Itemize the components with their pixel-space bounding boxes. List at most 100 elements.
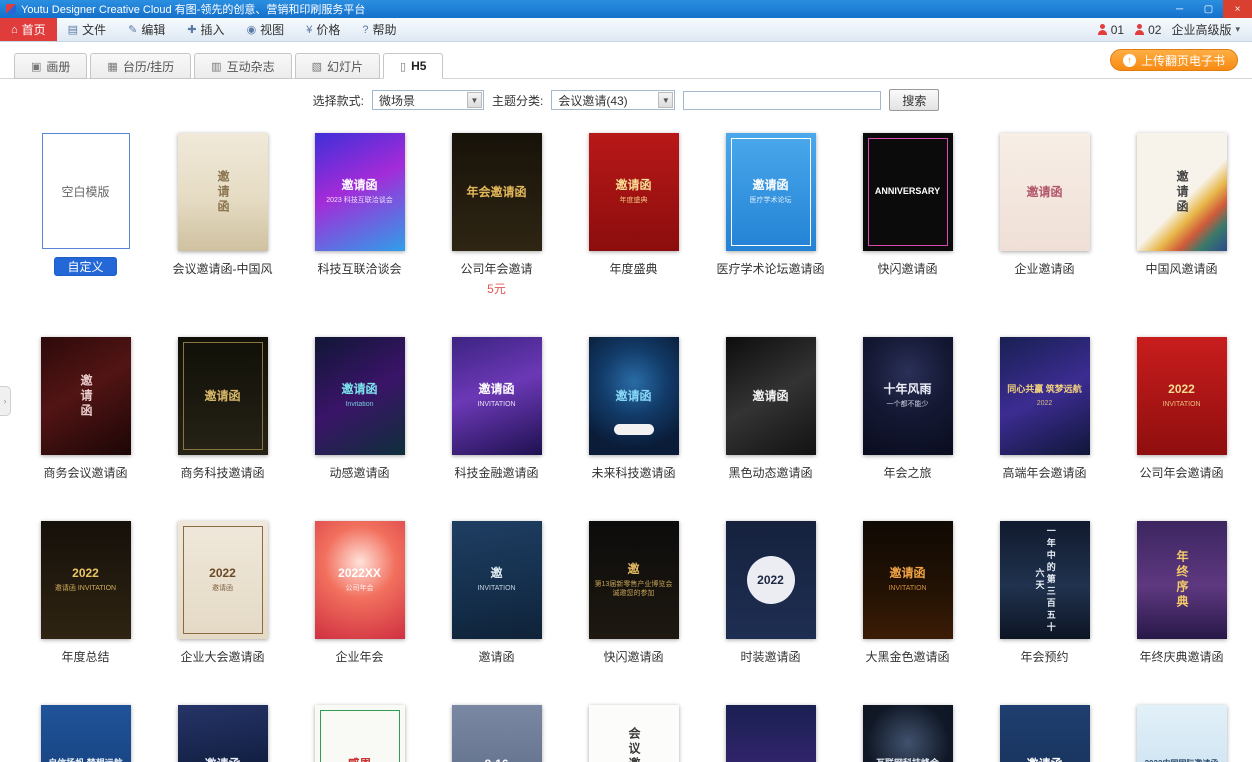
template-thumbnail[interactable]: 邀请函 <box>726 337 816 455</box>
template-thumbnail[interactable]: 邀请函 <box>1000 133 1090 251</box>
home-icon: ⌂ <box>11 24 18 36</box>
menu-item-插入[interactable]: ✚ 插入 <box>176 18 235 41</box>
template-card[interactable]: 邀请函 INVITATION 大黑金色邀请函 <box>839 521 976 665</box>
maximize-button[interactable]: ▢ <box>1194 0 1223 18</box>
template-thumbnail[interactable]: 会议邀请函 <box>589 705 679 762</box>
minimize-button[interactable]: ─ <box>1165 0 1194 18</box>
template-card[interactable]: 邀请函 会议邀请函-中国风 <box>154 133 291 297</box>
template-thumbnail[interactable]: 邀请函 INVITATION <box>863 521 953 639</box>
template-thumbnail[interactable]: 一年中的第三百五十六天 <box>1000 521 1090 639</box>
tab-画册[interactable]: ▣ 画册 <box>14 53 87 79</box>
template-thumbnail[interactable]: 2022 INVITATION <box>1137 337 1227 455</box>
template-thumbnail[interactable]: 邀请函 <box>178 705 268 762</box>
tab-幻灯片[interactable]: ▧ 幻灯片 <box>295 53 380 79</box>
template-card[interactable]: 邀 第13届新零售产业博览会 诚邀您的参加 快闪邀请函 <box>565 521 702 665</box>
style-select[interactable]: 微场景 ▼ <box>372 90 484 110</box>
customize-button[interactable]: 自定义 <box>54 257 116 276</box>
calendar-icon: ▦ <box>107 60 117 73</box>
menu-item-首页[interactable]: ⌂ 首页 <box>0 18 57 41</box>
menu-item-价格[interactable]: ¥ 价格 <box>295 18 351 41</box>
template-card[interactable]: 邀请函 <box>154 705 291 762</box>
template-card[interactable]: 同心共赢 筑梦远航 2022 高端年会邀请函 <box>976 337 1113 481</box>
template-thumbnail[interactable]: 邀请函 医疗学术论坛 <box>726 133 816 251</box>
template-thumbnail[interactable]: 邀请函 <box>178 337 268 455</box>
template-card[interactable]: 自信扬帆 梦想远航 <box>17 705 154 762</box>
menu-item-帮助[interactable]: ? 帮助 <box>351 18 407 41</box>
template-thumbnail[interactable]: 邀 INVITATION <box>452 521 542 639</box>
template-card[interactable]: 十年风雨 一个都不能少 年会之旅 <box>839 337 976 481</box>
template-thumbnail[interactable]: 自信扬帆 梦想远航 <box>41 705 131 762</box>
template-card[interactable]: 邀 INVITATION 邀请函 <box>428 521 565 665</box>
template-card[interactable]: 互联网科技峰会 <box>839 705 976 762</box>
template-card[interactable]: 邀请函 INVITATION 科技金融邀请函 <box>428 337 565 481</box>
template-thumbnail[interactable]: 2022 <box>726 521 816 639</box>
menu-item-文件[interactable]: ▤ 文件 <box>57 18 117 41</box>
template-thumbnail[interactable]: 十年风雨 一个都不能少 <box>863 337 953 455</box>
template-card[interactable]: 邀请函 2023 科技互联洽谈会 科技互联洽谈会 <box>291 133 428 297</box>
template-thumbnail[interactable]: 年会邀请函 <box>452 133 542 251</box>
close-button[interactable]: × <box>1223 0 1252 18</box>
template-card[interactable]: 2022 邀请函 企业大会邀请函 <box>154 521 291 665</box>
template-name: 年度总结 <box>61 648 109 665</box>
template-card[interactable]: 邀请函 Invitation 动感邀请函 <box>291 337 428 481</box>
blank-template-thumbnail[interactable]: 空白模版 <box>42 133 130 249</box>
template-thumbnail[interactable]: 互联网科技峰会 <box>863 705 953 762</box>
template-card[interactable]: 年会邀请函 公司年会邀请 5元 <box>428 133 565 297</box>
search-input[interactable] <box>683 91 881 110</box>
template-card[interactable]: 2022 时装邀请函 <box>702 521 839 665</box>
template-thumbnail[interactable]: 邀请函 <box>1000 705 1090 762</box>
tab-H5[interactable]: ▯ H5 <box>383 53 443 79</box>
tab-台历/挂历[interactable]: ▦ 台历/挂历 <box>90 53 191 79</box>
user-badge-2[interactable]: 02 <box>1134 23 1161 37</box>
template-thumbnail[interactable]: 邀请函 2023 科技互联洽谈会 <box>315 133 405 251</box>
template-card[interactable]: ANNIVERSARY 快闪邀请函 <box>839 133 976 297</box>
template-thumbnail[interactable]: 邀请函 <box>589 337 679 455</box>
template-card[interactable]: 会议邀请函 <box>565 705 702 762</box>
template-thumbnail[interactable]: 2022 邀请函 <box>178 521 268 639</box>
template-thumbnail[interactable]: 邀请函 INVITATION <box>452 337 542 455</box>
template-card[interactable]: 2022中国国际邀请函 <box>1113 705 1250 762</box>
template-thumbnail[interactable]: 邀请函 <box>41 337 131 455</box>
template-thumbnail[interactable]: 2022中国国际邀请函 <box>1137 705 1227 762</box>
template-card[interactable]: 8:16 <box>428 705 565 762</box>
template-card[interactable]: 一年中的第三百五十六天 年会预约 <box>976 521 1113 665</box>
template-thumbnail[interactable]: 8:16 <box>452 705 542 762</box>
search-button[interactable]: 搜索 <box>889 89 939 111</box>
category-select[interactable]: 会议邀请(43) ▼ <box>551 90 675 110</box>
template-thumbnail[interactable]: 2022XX 公司年会 <box>315 521 405 639</box>
template-thumbnail[interactable] <box>726 705 816 762</box>
panel-collapse-toggle[interactable]: › <box>0 386 11 416</box>
template-card[interactable]: 邀请函 黑色动态邀请函 <box>702 337 839 481</box>
template-thumbnail[interactable]: 邀请函 Invitation <box>315 337 405 455</box>
blank-template-card[interactable]: 空白模版 自定义 <box>17 133 154 297</box>
user-badge-1[interactable]: 01 <box>1097 23 1124 37</box>
template-card[interactable]: 邀请函 年度盛典 年度盛典 <box>565 133 702 297</box>
plan-selector[interactable]: 企业高级版 ▾ <box>1171 21 1240 38</box>
template-card[interactable]: 2022 INVITATION 公司年会邀请函 <box>1113 337 1250 481</box>
upload-ebook-button[interactable]: ↑ 上传翻页电子书 <box>1110 49 1238 71</box>
template-card[interactable]: 邀请函 商务科技邀请函 <box>154 337 291 481</box>
template-thumbnail[interactable]: ANNIVERSARY <box>863 133 953 251</box>
template-card[interactable]: 年终序典 年终庆典邀请函 <box>1113 521 1250 665</box>
template-thumbnail[interactable]: 邀 第13届新零售产业博览会 诚邀您的参加 <box>589 521 679 639</box>
template-thumbnail[interactable]: 邀请函 <box>1137 133 1227 251</box>
template-card[interactable] <box>702 705 839 762</box>
template-thumbnail[interactable]: 感恩 <box>315 705 405 762</box>
template-card[interactable]: 邀请函 企业邀请函 <box>976 133 1113 297</box>
template-card[interactable]: 2022 邀请函 INVITATION 年度总结 <box>17 521 154 665</box>
menu-item-视图[interactable]: ◉ 视图 <box>236 18 296 41</box>
template-card[interactable]: 邀请函 中国风邀请函 <box>1113 133 1250 297</box>
tab-互动杂志[interactable]: ▥ 互动杂志 <box>194 53 291 79</box>
template-thumbnail[interactable]: 2022 邀请函 INVITATION <box>41 521 131 639</box>
template-thumbnail[interactable]: 年终序典 <box>1137 521 1227 639</box>
template-card[interactable]: 邀请函 未来科技邀请函 <box>565 337 702 481</box>
template-thumbnail[interactable]: 邀请函 <box>178 133 268 251</box>
menu-item-编辑[interactable]: ✎ 编辑 <box>117 18 176 41</box>
template-thumbnail[interactable]: 同心共赢 筑梦远航 2022 <box>1000 337 1090 455</box>
template-card[interactable]: 邀请函 医疗学术论坛 医疗学术论坛邀请函 <box>702 133 839 297</box>
template-thumbnail[interactable]: 邀请函 年度盛典 <box>589 133 679 251</box>
template-card[interactable]: 2022XX 公司年会 企业年会 <box>291 521 428 665</box>
template-card[interactable]: 邀请函 <box>976 705 1113 762</box>
template-card[interactable]: 邀请函 商务会议邀请函 <box>17 337 154 481</box>
template-card[interactable]: 感恩 <box>291 705 428 762</box>
